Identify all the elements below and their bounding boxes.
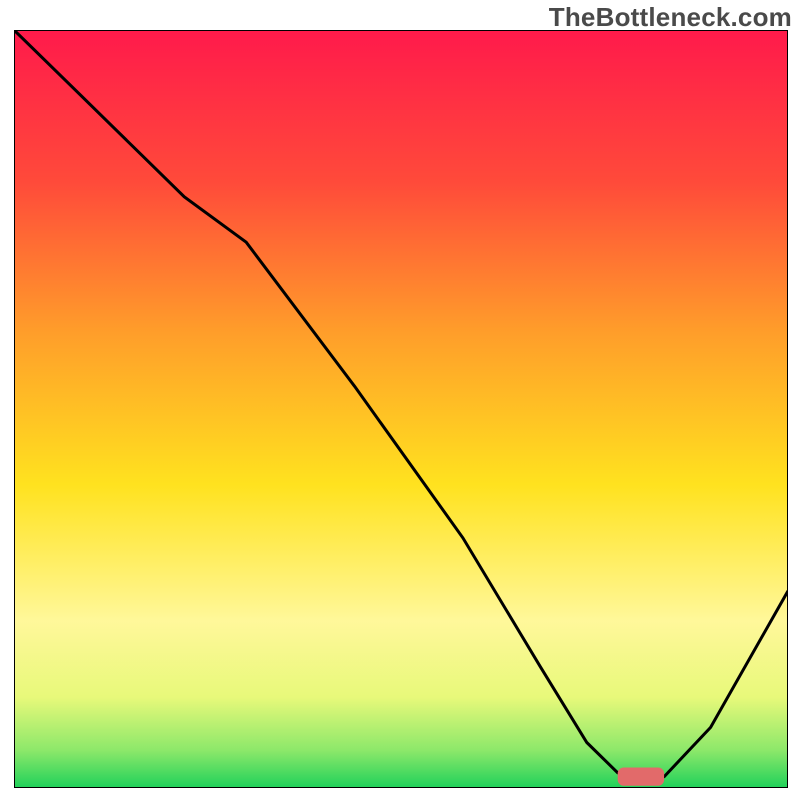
chart-plot: [14, 30, 788, 788]
optimal-range-marker: [618, 768, 664, 786]
chart-svg: [14, 30, 788, 788]
chart-frame: TheBottleneck.com: [0, 0, 800, 800]
watermark-text: TheBottleneck.com: [549, 2, 792, 33]
